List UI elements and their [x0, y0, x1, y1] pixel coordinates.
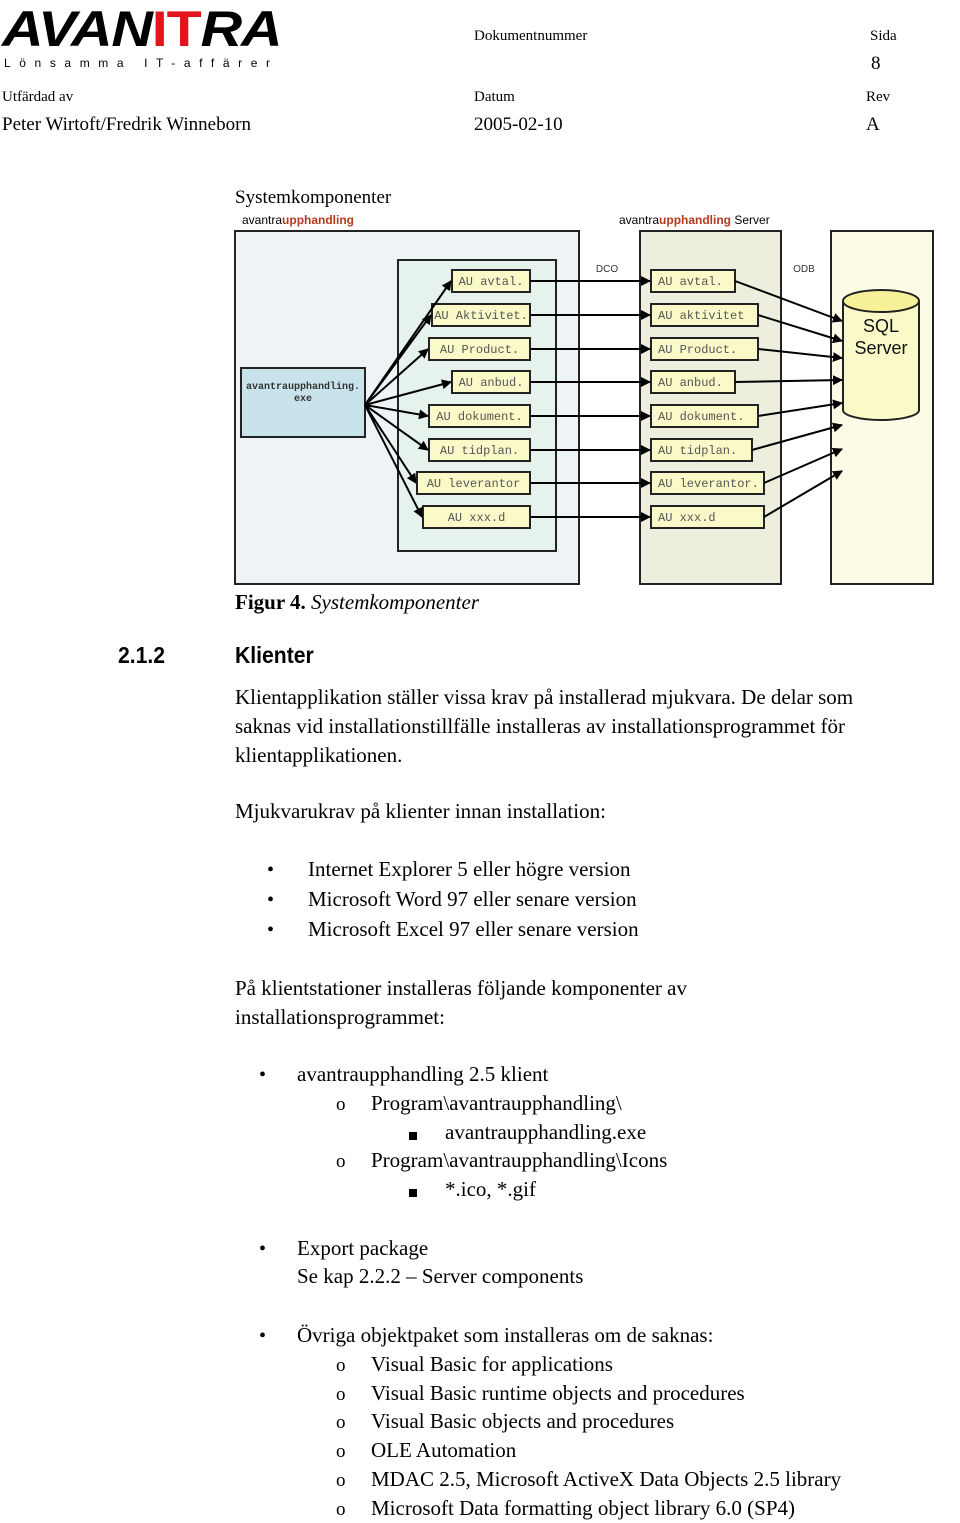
circle-bullet-icon: o — [336, 1412, 346, 1434]
remote-component-label: AU xxx.d — [448, 511, 506, 525]
other-package-item: MDAC 2.5, Microsoft ActiveX Data Objects… — [371, 1466, 842, 1491]
client-package-dir1: Program\avantraupphandling\ — [371, 1091, 622, 1115]
dco-label: DCO — [596, 264, 618, 275]
server-component-box: AU xxx.d — [650, 505, 765, 529]
remote-component-box: AU leverantor — [416, 471, 531, 495]
list-item: • — [267, 917, 274, 942]
odb-label: ODB — [793, 264, 815, 275]
exe-label-line1: avantraupphandling. — [246, 381, 360, 393]
db-label-line2: Server — [854, 338, 907, 358]
server-component-box: AU anbud. — [650, 370, 736, 394]
figure-caption: Figur 4. Systemkomponenter — [235, 590, 479, 614]
other-package-item: Visual Basic for applications — [371, 1352, 613, 1376]
square-bullet-icon — [409, 1184, 417, 1202]
client-package-dir2: Program\avantraupphandling\Icons — [371, 1148, 668, 1172]
circle-bullet-icon: o — [336, 1498, 346, 1520]
intro-paragraph: Klientapplikation ställer vissa krav på … — [235, 685, 854, 767]
server-component-box: AU Product. — [650, 337, 759, 361]
server-component-label: AU avtal. — [658, 275, 723, 289]
remote-component-box: AU xxx.d — [422, 505, 531, 529]
remote-component-label: AU Product. — [440, 343, 519, 357]
bullet-icon: • — [267, 859, 275, 881]
server-component-label: AU xxx.d — [658, 511, 716, 525]
circle-bullet-icon: o — [336, 1094, 346, 1115]
remote-component-box: AU dokument. — [428, 404, 531, 428]
bullet-icon: • — [259, 1325, 267, 1347]
remote-component-box: AU avtal. — [451, 269, 531, 293]
circle-bullet-icon: o — [336, 1469, 346, 1491]
list-item: • — [267, 857, 274, 882]
server-component-box: AU aktivitet — [650, 303, 759, 327]
circle-bullet-icon: o — [336, 1355, 346, 1376]
remote-component-label: AU dokument. — [436, 410, 522, 424]
system-components-diagram: avantraupphandling. exe DCO ODB SQL Serv… — [234, 230, 934, 585]
remote-component-box: AU Product. — [428, 337, 531, 361]
server-component-box: AU tidplan. — [650, 438, 753, 462]
server-component-label: AU dokument. — [658, 410, 744, 424]
requirements-heading: Mjukvarukrav på klienter innan installat… — [235, 799, 606, 823]
remote-component-label: AU tidplan. — [440, 444, 519, 458]
server-component-label: AU Product. — [658, 343, 737, 357]
client-package-dir1-file: avantraupphandling.exe — [445, 1120, 647, 1144]
remote-component-label: AU Aktivitet. — [434, 309, 528, 323]
circle-bullet-icon: o — [336, 1151, 346, 1172]
bullet-icon: • — [259, 1064, 267, 1086]
remote-component-box: AU anbud. — [451, 370, 531, 394]
requirement-item: Microsoft Word 97 eller senare version — [308, 887, 637, 911]
exe-label-line2: exe — [294, 394, 312, 405]
list-item: • — [267, 887, 274, 912]
requirement-item: Microsoft Excel 97 eller senare version — [308, 917, 639, 941]
sql-server-database-icon: SQL Server — [842, 289, 920, 421]
bullet-icon: • — [267, 919, 275, 941]
bullet-icon: • — [267, 889, 275, 911]
db-label-line1: SQL — [863, 316, 899, 336]
other-package-item: Visual Basic objects and procedures — [371, 1409, 675, 1434]
client-package-label: avantraupphandling 2.5 klient — [297, 1062, 549, 1086]
other-package-item: Microsoft Data formatting object library… — [371, 1495, 795, 1520]
server-component-box: AU dokument. — [650, 404, 759, 428]
remote-component-box: AU Aktivitet. — [431, 303, 531, 327]
server-component-label: AU tidplan. — [658, 444, 737, 458]
remote-component-box: AU tidplan. — [428, 438, 531, 462]
server-component-box: AU leverantor. — [650, 471, 765, 495]
square-bullet-icon — [409, 1127, 417, 1145]
other-packages-label: Övriga objektpaket som installeras om de… — [297, 1323, 714, 1347]
section-number: 2.1.2 — [118, 642, 166, 668]
other-package-item: Visual Basic runtime objects and procedu… — [371, 1380, 745, 1405]
client-package-dir2-file: *.ico, *.gif — [445, 1177, 536, 1201]
remote-component-label: AU avtal. — [459, 275, 524, 289]
requirement-item: Internet Explorer 5 eller högre version — [308, 857, 631, 881]
remote-component-label: AU anbud. — [459, 376, 524, 390]
server-component-box: AU avtal. — [650, 269, 736, 293]
server-component-label: AU anbud. — [658, 376, 723, 390]
circle-bullet-icon: o — [336, 1383, 346, 1405]
section-title: Klienter — [235, 642, 314, 668]
export-package-label: Export package — [297, 1236, 429, 1260]
circle-bullet-icon: o — [336, 1441, 346, 1463]
export-package-ref: Se kap 2.2.2 – Server components — [297, 1264, 584, 1288]
install-heading: På klientstationer installeras följande … — [235, 976, 687, 1029]
other-package-item: OLE Automation — [371, 1438, 517, 1463]
bullet-icon: • — [259, 1238, 267, 1260]
server-component-label: AU leverantor. — [658, 477, 759, 491]
server-component-label: AU aktivitet — [658, 309, 744, 323]
remote-component-label: AU leverantor — [427, 477, 521, 491]
